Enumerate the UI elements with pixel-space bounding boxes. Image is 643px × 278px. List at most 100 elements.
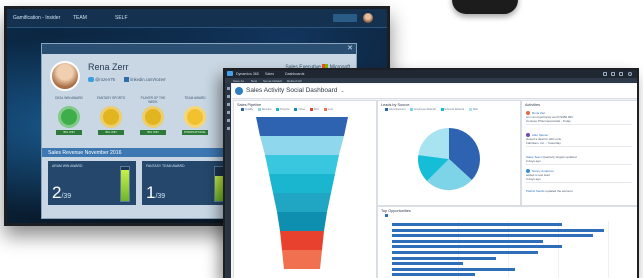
nav-app[interactable]: Dynamics 365 [236,72,259,76]
card-title: Leads by Source [381,103,410,107]
funnel-segment[interactable] [280,231,324,250]
funnel-card: Sales Pipeline Qualify Develop Propose C… [233,100,377,278]
activity-card: Activities Rena Zerr won an opportunity … [521,100,637,206]
card-title: Activities [525,103,540,107]
kpi-progress [120,166,130,202]
user-icon[interactable] [628,72,632,76]
coin-icon [142,106,164,128]
search-icon[interactable] [603,72,607,76]
bar-row[interactable] [392,256,496,260]
star-icon [184,106,206,128]
settings-icon[interactable] [611,72,615,76]
badge-ribbon: BIG WIN [56,130,82,135]
user-avatar[interactable] [363,13,373,23]
funnel-segment[interactable] [269,174,335,193]
bar-row[interactable] [392,239,544,243]
funnel-segment[interactable] [273,193,331,212]
cmd-set-default[interactable]: Set as Default [263,79,282,83]
badge-ribbon: INTERNATIONAL [182,130,208,135]
gamification-topbar: Gamification - Insider TEAM SELF [7,9,387,28]
badge[interactable]: PLAYER OF THE WEEK BIG WIN [136,96,170,135]
cmd-save-as[interactable]: Save As [233,79,244,83]
badge-ribbon: BIG WIN [98,130,124,135]
trophy-icon [58,106,80,128]
badge-label: PLAYER OF THE WEEK [140,96,166,104]
panel-header: ✕ [42,44,356,54]
sidebar-icon[interactable] [226,87,230,90]
phone-device [452,0,518,14]
help-icon[interactable] [619,72,623,76]
twitter-icon[interactable] [88,77,94,83]
funnel-segment[interactable] [260,136,344,155]
badge[interactable]: FANTASY SPORTS BIG WIN [94,96,128,135]
pie-slice [418,128,449,159]
sidebar-icon[interactable] [226,127,230,130]
badge-label: TEAM AWARD [184,96,206,100]
kpi-tile[interactable]: ARAM WIN AWARD 2/39 [48,161,136,205]
activity-item[interactable]: Rena Zerr won an opportunity worth $480,… [526,111,632,126]
cmd-new[interactable]: New [251,79,257,83]
left-sidebar [225,83,231,278]
funnel-segment[interactable] [265,155,339,174]
profile-social: @rozerr76 linkedin.com/rozerr [88,77,166,83]
sidebar-icon[interactable] [226,95,230,98]
nav-area[interactable]: Sales [265,72,274,76]
bar-row[interactable] [392,234,593,238]
app-launcher-icon[interactable] [227,71,233,76]
chevron-down-icon: ⌄ [340,88,345,94]
dashboard-screen: Dynamics 365 Sales Dashboards Save As Ne… [225,70,637,278]
bar-row[interactable] [392,262,463,266]
profile-name: Rena Zerr [88,62,129,72]
app-title: Gamification - Insider [13,15,61,21]
bar-card: Top Opportunities [377,206,637,278]
linkedin-icon[interactable] [124,77,130,83]
pie-card: Leads by Source Advertisement Employee R… [377,100,521,206]
bar-row[interactable] [392,223,562,226]
command-bar: Save As New Set as Default Refresh All [225,78,637,83]
sidebar-icon[interactable] [226,111,230,114]
dashboard-icon [235,87,243,95]
section-title: Sales Revenue November 2016 [48,150,122,156]
dashboard-header: Sales Activity Social Dashboard ⌄ [232,84,637,99]
bar-row[interactable] [392,273,475,277]
kpi-tile[interactable]: FANTASY TEAM AWARD 1/39 [142,161,230,205]
nav-page[interactable]: Dashboards [285,72,304,76]
badge-ribbon: BIG WIN [140,130,166,135]
funnel-segment[interactable] [256,117,348,136]
kpi-label: ARAM WIN AWARD [52,164,83,168]
bar-row[interactable] [392,245,562,249]
funnel-chart[interactable] [234,113,376,278]
dashboard-monitor: Dynamics 365 Sales Dashboards Save As Ne… [223,68,639,278]
user-search-box[interactable] [333,14,357,22]
kpi-value: 1/39 [146,183,166,202]
nav-self[interactable]: SELF [115,15,128,21]
top-navigation: Dynamics 365 Sales Dashboards [225,70,637,78]
dashboard-title[interactable]: Sales Activity Social Dashboard ⌄ [246,87,345,94]
funnel-segment[interactable] [277,212,327,231]
activity-item[interactable]: Alan Steiner closed a deal for 400 units… [526,133,632,148]
pie-chart[interactable] [378,113,520,205]
medal-icon [100,106,122,128]
profile-avatar [50,61,80,91]
linkedin-handle[interactable]: linkedin.com/rozerr [130,77,165,82]
activity-item[interactable]: Sales Team Quarterly targets updated 2 d… [526,155,632,165]
badge[interactable]: TEAM AWARD INTERNATIONAL [178,96,212,135]
sidebar-icon[interactable] [226,119,230,122]
cmd-refresh[interactable]: Refresh All [287,79,302,83]
activity-item[interactable]: Patrick Sands updated the account [526,189,632,193]
funnel-segment[interactable] [282,250,322,269]
badge-label: FANTASY SPORTS [96,96,126,100]
close-icon[interactable]: ✕ [347,44,353,52]
kpi-label: FANTASY TEAM AWARD [146,164,185,168]
bar-legend [381,214,389,217]
sidebar-icon[interactable] [226,103,230,106]
pie-legend: Advertisement Employee Referral External… [381,108,478,111]
card-title: Sales Pipeline [237,103,262,107]
activity-item[interactable]: Nancy Anderson added a new lead 3 days ag… [526,169,632,184]
bar-row[interactable] [392,251,539,254]
nav-team[interactable]: TEAM [73,15,87,21]
badge[interactable]: DEAL WIN AWARD BIG WIN [52,96,86,135]
twitter-handle[interactable]: @rozerr76 [95,77,115,82]
bar-row[interactable] [392,267,515,271]
bar-row[interactable] [392,228,605,232]
